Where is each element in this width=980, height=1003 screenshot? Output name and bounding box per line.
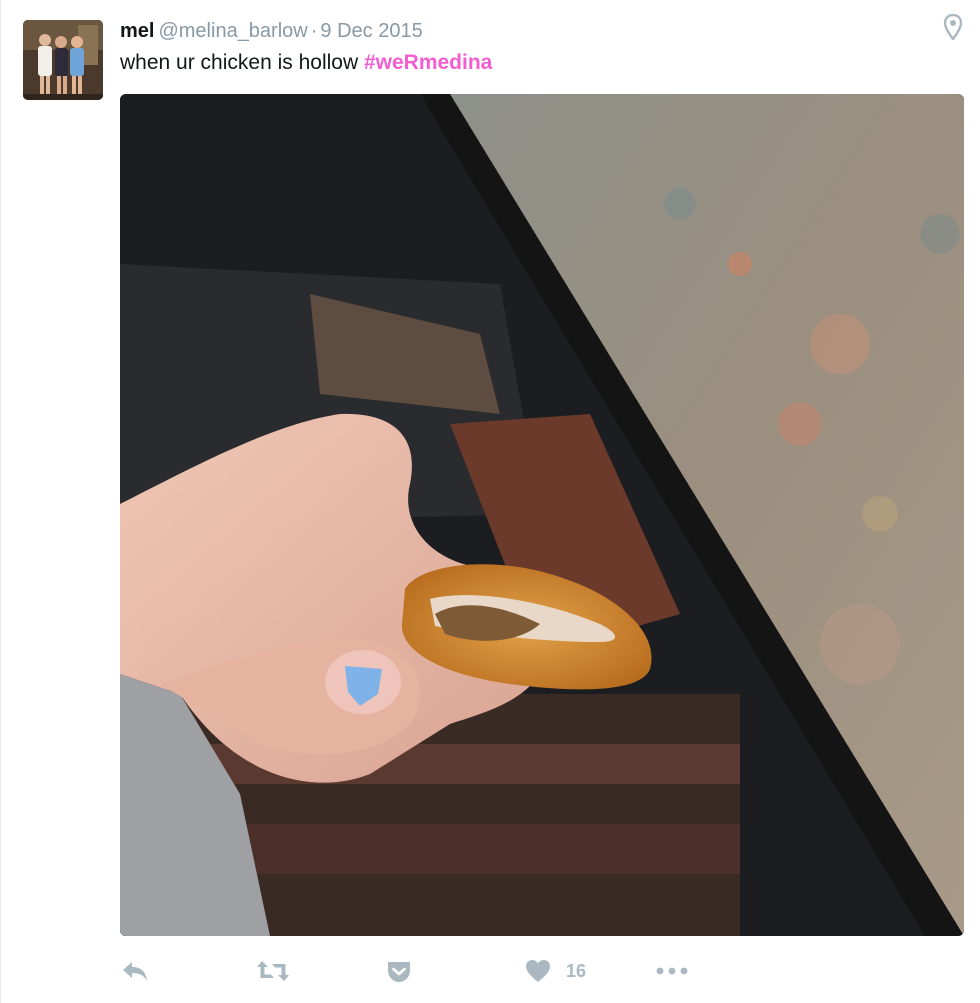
- display-name[interactable]: mel: [120, 20, 154, 42]
- tweet-date[interactable]: 9 Dec 2015: [320, 20, 422, 42]
- tweet-actions: 16: [120, 955, 720, 987]
- tweet-card: mel @melina_barlow · 9 Dec 2015 when ur chi…: [0, 0, 980, 1003]
- more-button[interactable]: [655, 955, 689, 987]
- pocket-icon: [388, 962, 410, 982]
- separator: ·: [310, 20, 318, 42]
- like-count: 16: [566, 960, 587, 981]
- user-handle[interactable]: @melina_barlow: [158, 20, 307, 42]
- avatar-photo: [23, 20, 103, 100]
- tweet-photo[interactable]: [120, 94, 964, 936]
- photo-image: [120, 94, 964, 936]
- avatar[interactable]: [23, 20, 103, 100]
- reply-icon: [123, 962, 147, 981]
- retweet-button[interactable]: [256, 955, 290, 987]
- location-pin-icon[interactable]: [943, 13, 963, 41]
- tweet-body: when ur chicken is hollow: [120, 51, 359, 74]
- hashtag-link[interactable]: #weRmedina: [364, 51, 492, 74]
- like-button[interactable]: 16: [524, 955, 586, 987]
- reply-button[interactable]: [120, 955, 150, 987]
- tweet-text: when ur chicken is hollow #weRmedina: [120, 49, 492, 77]
- retweet-icon: [257, 961, 289, 981]
- pocket-button[interactable]: [386, 955, 412, 987]
- heart-icon: [526, 960, 550, 982]
- tweet-header: mel @melina_barlow · 9 Dec 2015: [120, 18, 423, 44]
- more-icon: [656, 967, 688, 975]
